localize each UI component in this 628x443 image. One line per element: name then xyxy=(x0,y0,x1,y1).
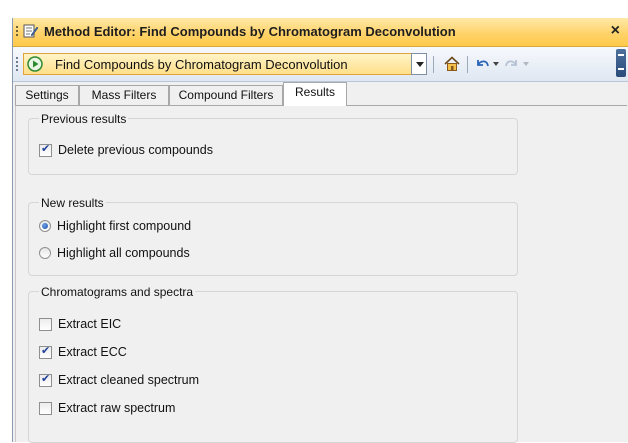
edit-document-icon xyxy=(23,24,38,38)
checkbox-checked[interactable] xyxy=(39,344,52,359)
method-selector[interactable]: Find Compounds by Chromatogram Deconvolu… xyxy=(23,53,427,75)
method-name: Find Compounds by Chromatogram Deconvolu… xyxy=(55,57,348,72)
toolbar-grip[interactable] xyxy=(16,57,18,71)
redo-dropdown-arrow[interactable] xyxy=(523,62,529,66)
tab-settings[interactable]: Settings xyxy=(15,85,79,105)
toolbar-separator xyxy=(467,56,468,73)
radio-unselected[interactable] xyxy=(39,247,51,259)
extract-cleaned-spectrum-checkbox[interactable]: Extract cleaned spectrum xyxy=(39,372,199,388)
checkbox-checked[interactable] xyxy=(39,372,52,387)
extract-eic-checkbox[interactable]: Extract EIC xyxy=(39,316,121,332)
option-label: Extract EIC xyxy=(58,317,122,331)
option-label: Extract ECC xyxy=(58,345,127,359)
option-label: Highlight first compound xyxy=(57,219,192,233)
tab-results[interactable]: Results xyxy=(283,82,347,106)
tab-strip: Settings Mass Filters Compound Filters R… xyxy=(13,81,628,106)
option-label: Extract cleaned spectrum xyxy=(58,373,200,387)
chevron-down-icon xyxy=(416,62,424,67)
extract-ecc-checkbox[interactable]: Extract ECC xyxy=(39,344,127,360)
undo-icon[interactable] xyxy=(473,55,491,73)
highlight-first-compound-radio[interactable]: Highlight first compound xyxy=(39,218,191,234)
window-title: Method Editor: Find Compounds by Chromat… xyxy=(44,24,456,39)
close-icon[interactable]: × xyxy=(611,22,620,40)
checkbox-unchecked[interactable] xyxy=(39,317,52,331)
option-label: Highlight all compounds xyxy=(57,246,190,260)
group-chromatograms-and-spectra: Chromatograms and spectra Extract EIC Ex… xyxy=(28,285,518,443)
tab-compound-filters[interactable]: Compound Filters xyxy=(169,85,283,105)
group-title: New results xyxy=(39,196,106,210)
option-label: Extract raw spectrum xyxy=(58,401,176,415)
redo-icon[interactable] xyxy=(503,55,521,73)
toolbar-separator xyxy=(433,56,434,73)
method-dropdown-button[interactable] xyxy=(411,53,427,75)
group-title: Previous results xyxy=(39,112,129,126)
tab-mass-filters[interactable]: Mass Filters xyxy=(79,85,169,105)
checkbox-unchecked[interactable] xyxy=(39,401,52,415)
delete-previous-compounds-checkbox[interactable]: Delete previous compounds xyxy=(39,142,213,158)
toolbar-overflow-button[interactable] xyxy=(616,49,626,77)
group-title: Chromatograms and spectra xyxy=(39,285,196,299)
option-label: Delete previous compounds xyxy=(58,143,213,157)
toolbar: Find Compounds by Chromatogram Deconvolu… xyxy=(13,47,628,82)
play-icon[interactable] xyxy=(27,56,43,72)
highlight-all-compounds-radio[interactable]: Highlight all compounds xyxy=(39,245,190,261)
title-bar[interactable]: Method Editor: Find Compounds by Chromat… xyxy=(13,18,628,47)
extract-raw-spectrum-checkbox[interactable]: Extract raw spectrum xyxy=(39,400,175,416)
group-new-results: New results Highlight first compound Hig… xyxy=(28,196,518,276)
radio-selected[interactable] xyxy=(39,220,51,232)
title-grip[interactable] xyxy=(16,26,18,38)
undo-dropdown-arrow[interactable] xyxy=(493,62,499,66)
group-previous-results: Previous results Delete previous compoun… xyxy=(28,112,518,175)
method-editor-window: Method Editor: Find Compounds by Chromat… xyxy=(12,18,628,443)
home-icon[interactable] xyxy=(443,55,461,73)
checkbox-checked[interactable] xyxy=(39,142,52,157)
results-panel: Previous results Delete previous compoun… xyxy=(15,105,627,443)
